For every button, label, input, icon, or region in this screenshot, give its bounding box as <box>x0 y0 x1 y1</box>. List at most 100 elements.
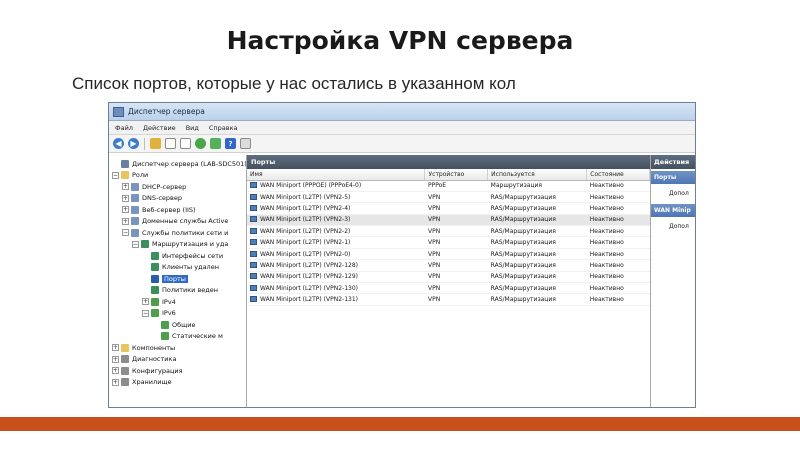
port-name-cell: WAN Miniport (L2TP) (VPN2-131) <box>247 293 425 306</box>
tree-node[interactable]: + DHCP-сервер <box>109 181 246 193</box>
window-titlebar[interactable]: Диспетчер сервера <box>109 103 695 121</box>
tree-node-label: Компоненты <box>132 343 176 352</box>
collapse-icon[interactable]: − <box>142 309 149 317</box>
tree-node[interactable]: + IPv4 <box>109 296 246 308</box>
help-icon[interactable]: ? <box>225 138 236 149</box>
tree-node[interactable]: Статические м <box>109 331 246 343</box>
properties-icon[interactable] <box>180 138 191 149</box>
action-more-actions-2[interactable]: Допол <box>651 217 695 235</box>
collapse-icon[interactable]: − <box>122 229 129 237</box>
up-folder-icon[interactable] <box>150 138 161 149</box>
port-icon <box>250 182 257 189</box>
tree-node[interactable]: + Компоненты <box>109 342 246 354</box>
expand-icon[interactable]: + <box>112 378 119 386</box>
toolbar-separator <box>144 137 145 150</box>
expand-icon[interactable]: + <box>112 355 119 363</box>
table-row[interactable]: WAN Miniport (PPPOE) (PPPoE4-0) PPPoE Марш… <box>247 180 650 192</box>
toolbar: ◀ ▶ ? <box>109 135 695 153</box>
actions-group-ports[interactable]: Порты <box>651 171 695 184</box>
tree-node-label: Маршрутизация и уда <box>152 240 229 249</box>
column-header-used[interactable]: Используется <box>487 169 588 181</box>
menu-file[interactable]: Файл <box>115 124 133 132</box>
collapse-icon[interactable]: − <box>132 240 139 248</box>
forward-arrow-icon[interactable]: ▶ <box>128 138 139 149</box>
column-header-device[interactable]: Устройство <box>424 169 489 181</box>
refresh-icon[interactable] <box>195 138 206 149</box>
tree-node[interactable]: Диспетчер сервера (LAB-SDC501) <box>109 158 246 170</box>
port-icon <box>250 261 257 268</box>
table-row[interactable]: WAN Miniport (L2TP) (VPN2-2) VPN RAS/Маршр… <box>247 225 650 238</box>
table-row[interactable]: WAN Miniport (L2TP) (VPN2-130) VPN RAS/Мар… <box>247 282 650 295</box>
tree-node-label: IPv4 <box>162 297 176 306</box>
table-row[interactable]: WAN Miniport (L2TP) (VPN2-0) VPN RAS/Маршр… <box>247 248 650 261</box>
tree-node-label: Диспетчер сервера (LAB-SDC501) <box>132 159 246 168</box>
expand-icon[interactable]: + <box>142 298 149 306</box>
expand-icon[interactable]: + <box>122 206 129 214</box>
menu-help[interactable]: Справка <box>209 124 238 132</box>
tree-node[interactable]: + Конфигурация <box>109 365 246 377</box>
ip-icon <box>151 297 159 306</box>
port-state-cell: Неактивно <box>586 282 650 295</box>
table-row[interactable]: WAN Miniport (L2TP) (VPN2-131) VPN RAS/Мар… <box>247 293 650 306</box>
back-arrow-icon[interactable]: ◀ <box>113 138 124 149</box>
role-icon <box>131 194 139 203</box>
port-icon <box>250 239 257 246</box>
ip-icon <box>161 320 169 329</box>
export-list-icon[interactable] <box>210 138 221 149</box>
expand-icon[interactable]: + <box>112 344 119 352</box>
tree-node[interactable]: Политики веден <box>109 285 246 297</box>
column-header-name[interactable]: Имя <box>247 169 426 181</box>
tree-node[interactable]: − IPv6 <box>109 308 246 320</box>
tree-node[interactable]: + Диагностика <box>109 354 246 366</box>
port-device-cell: VPN <box>424 248 488 261</box>
port-device-cell: VPN <box>424 259 488 272</box>
tree-node[interactable]: − Службы политики сети и <box>109 227 246 239</box>
port-device-cell: VPN <box>424 271 488 284</box>
port-name: WAN Miniport (L2TP) (VPN2-130) <box>260 284 358 292</box>
table-row[interactable]: WAN Miniport (L2TP) (VPN2-129) VPN RAS/Мар… <box>247 271 650 284</box>
port-device-cell: PPPoE <box>424 180 488 192</box>
ports-table-header: Имя Устройство Используется Состояние <box>247 169 650 181</box>
port-icon <box>250 216 257 223</box>
tree-node-label: Статические м <box>172 332 223 341</box>
table-row[interactable]: WAN Miniport (L2TP) (VPN2-3) VPN RAS/Маршр… <box>247 214 650 227</box>
table-row[interactable]: WAN Miniport (L2TP) (VPN2-5) VPN RAS/Маршр… <box>247 191 650 204</box>
expand-icon[interactable]: + <box>122 194 129 202</box>
port-name-cell: WAN Miniport (L2TP) (VPN2-129) <box>247 271 425 284</box>
expand-icon[interactable]: + <box>112 367 119 375</box>
tree-node[interactable]: Порты <box>109 273 246 285</box>
tree-node[interactable]: + Веб-сервер (IIS) <box>109 204 246 216</box>
table-row[interactable]: WAN Miniport (L2TP) (VPN2-1) VPN RAS/Маршр… <box>247 236 650 249</box>
column-header-state[interactable]: Состояние <box>586 169 650 181</box>
menu-action[interactable]: Действие <box>143 124 176 132</box>
action-more-actions[interactable]: Допол <box>651 184 695 202</box>
expand-icon[interactable]: + <box>122 217 129 225</box>
port-used-cell: RAS/Маршрутизация <box>487 271 587 284</box>
tree-node[interactable]: − Маршрутизация и уда <box>109 239 246 251</box>
tree-node[interactable]: Интерфейсы сети <box>109 250 246 262</box>
port-state-cell: Неактивно <box>586 180 650 192</box>
expand-icon[interactable]: + <box>122 183 129 191</box>
ip-icon <box>161 332 169 341</box>
port-used-cell: RAS/Маршрутизация <box>487 293 587 306</box>
view-icon[interactable] <box>240 138 251 149</box>
tree-node-label: Конфигурация <box>132 366 183 375</box>
tree-node[interactable]: − Роли <box>109 170 246 182</box>
port-name-cell: WAN Miniport (L2TP) (VPN2-5) <box>247 191 425 204</box>
tree-node[interactable]: + Хранилище <box>109 377 246 389</box>
tree-node-label: Доменные службы Active <box>142 217 229 226</box>
collapse-icon[interactable]: − <box>112 171 119 179</box>
tree-node[interactable]: + Доменные службы Active <box>109 216 246 228</box>
port-name-cell: WAN Miniport (PPPOE) (PPPoE4-0) <box>247 180 425 192</box>
table-row[interactable]: WAN Miniport (L2TP) (VPN2-128) VPN RAS/Мар… <box>247 259 650 272</box>
tree-node[interactable]: Клиенты удален <box>109 262 246 274</box>
menu-view[interactable]: Вид <box>186 124 199 132</box>
actions-group-wan-miniport[interactable]: WAN Minip <box>651 204 695 217</box>
tool-icon <box>121 366 129 375</box>
table-row[interactable]: WAN Miniport (L2TP) (VPN2-4) VPN RAS/Маршр… <box>247 202 650 215</box>
tree-node[interactable]: Общие <box>109 319 246 331</box>
tree-node[interactable]: + DNS-сервер <box>109 193 246 205</box>
show-tree-icon[interactable] <box>165 138 176 149</box>
